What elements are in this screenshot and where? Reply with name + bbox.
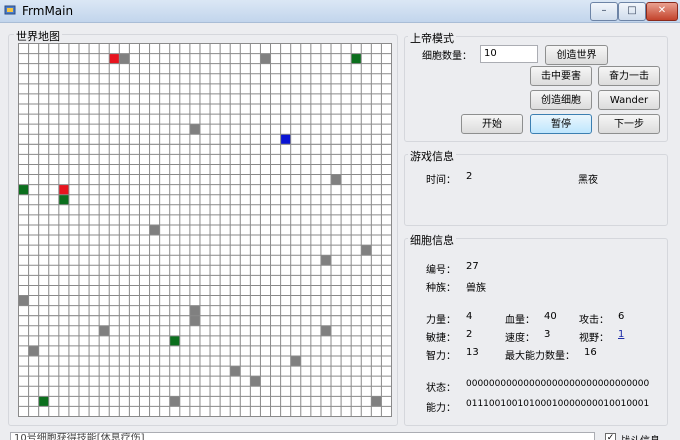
map-cell-gray <box>361 245 372 256</box>
map-cell-gray <box>169 396 180 407</box>
strength-value: 4 <box>466 311 473 322</box>
time-label: 时间： <box>426 175 456 186</box>
cell-count-input[interactable]: 10 <box>480 45 538 63</box>
hp-value: 40 <box>544 311 557 322</box>
map-cell-green <box>169 335 180 346</box>
create-cell-button[interactable]: 创造细胞 <box>530 90 592 110</box>
time-value: 2 <box>466 171 473 182</box>
map-cell-gray <box>99 325 110 336</box>
map-cell-green <box>351 53 362 64</box>
map-cell-gray <box>320 325 332 336</box>
window-title: FrmMain <box>22 4 74 18</box>
race-label: 种族： <box>426 283 456 294</box>
title-bar: FrmMain – □ ✕ <box>0 0 680 23</box>
map-cell-gray <box>250 376 261 387</box>
smite-button[interactable]: 击中要害 <box>530 66 592 86</box>
vision-label: 视野： <box>579 333 609 344</box>
map-cell-gray <box>320 255 332 266</box>
ability-label: 能力： <box>426 403 456 414</box>
intelligence-value: 13 <box>466 347 479 358</box>
main-window: FrmMain – □ ✕ 世界地图 上帝模式 细胞数量： 10 创造世界 击中… <box>0 0 680 440</box>
game-info-group <box>404 154 668 226</box>
cell-count-label: 细胞数量： <box>422 51 472 62</box>
vision-link[interactable]: 1 <box>618 329 624 340</box>
game-info-title: 游戏信息 <box>408 148 456 164</box>
max-ability-value: 16 <box>584 347 597 358</box>
grid-lines <box>18 43 392 417</box>
map-cell-gray <box>189 315 200 326</box>
map-cell-gray <box>331 174 342 185</box>
max-ability-label: 最大能力数量： <box>505 351 575 362</box>
map-cell-gray <box>189 305 200 316</box>
battle-info-label: 战斗信息 <box>620 432 660 440</box>
map-cell-gray <box>119 53 130 64</box>
ability-value: 01110010010100010000000010010001 <box>466 399 650 409</box>
agility-label: 敏捷： <box>426 333 456 344</box>
day-period: 黑夜 <box>578 175 598 186</box>
close-button[interactable]: ✕ <box>646 2 678 21</box>
cell-info-title: 细胞信息 <box>408 232 456 248</box>
state-label: 状态： <box>426 383 456 394</box>
map-cell-gray <box>149 224 160 236</box>
intelligence-label: 智力： <box>426 351 456 362</box>
map-cell-blue <box>280 134 291 145</box>
speed-label: 速度： <box>505 333 535 344</box>
id-label: 编号： <box>426 265 456 276</box>
strength-label: 力量： <box>426 315 456 326</box>
maximize-button[interactable]: □ <box>618 2 646 21</box>
map-cell-green <box>18 184 29 195</box>
map-cell-green <box>58 194 69 205</box>
map-cell-red <box>109 53 120 64</box>
start-button[interactable]: 开始 <box>461 114 523 134</box>
race-value: 兽族 <box>466 283 486 294</box>
battle-info-checkbox[interactable]: ✓ <box>605 433 616 440</box>
id-value: 27 <box>466 261 479 272</box>
log-textbox[interactable]: 10号细胞获得技能[休息疗伤] <box>10 432 595 440</box>
strike-button[interactable]: 奋力一击 <box>598 66 660 86</box>
next-step-button[interactable]: 下一步 <box>598 114 660 134</box>
map-cell-gray <box>230 366 241 377</box>
attack-label: 攻击： <box>579 315 609 326</box>
map-cell-gray <box>18 295 29 306</box>
minimize-button[interactable]: – <box>590 2 618 21</box>
map-cell-red <box>58 184 69 195</box>
map-cell-gray <box>260 53 271 64</box>
agility-value: 2 <box>466 329 473 340</box>
speed-value: 3 <box>544 329 551 340</box>
map-cell-gray <box>290 356 301 367</box>
app-icon <box>4 5 16 15</box>
wander-button[interactable]: Wander <box>598 90 660 110</box>
pause-button[interactable]: 暂停 <box>530 114 592 134</box>
create-world-button[interactable]: 创造世界 <box>545 45 608 65</box>
map-cell-gray <box>189 124 200 135</box>
world-map-title: 世界地图 <box>14 28 62 44</box>
state-value: 00000000000000000000000000000000 <box>466 379 650 389</box>
attack-value: 6 <box>618 311 625 322</box>
hp-label: 血量： <box>505 315 535 326</box>
map-cell-green <box>38 396 49 407</box>
god-mode-title: 上帝模式 <box>408 30 456 46</box>
map-cell-gray <box>28 345 39 357</box>
map-cell-gray <box>371 396 382 407</box>
world-map-grid[interactable] <box>18 43 392 417</box>
